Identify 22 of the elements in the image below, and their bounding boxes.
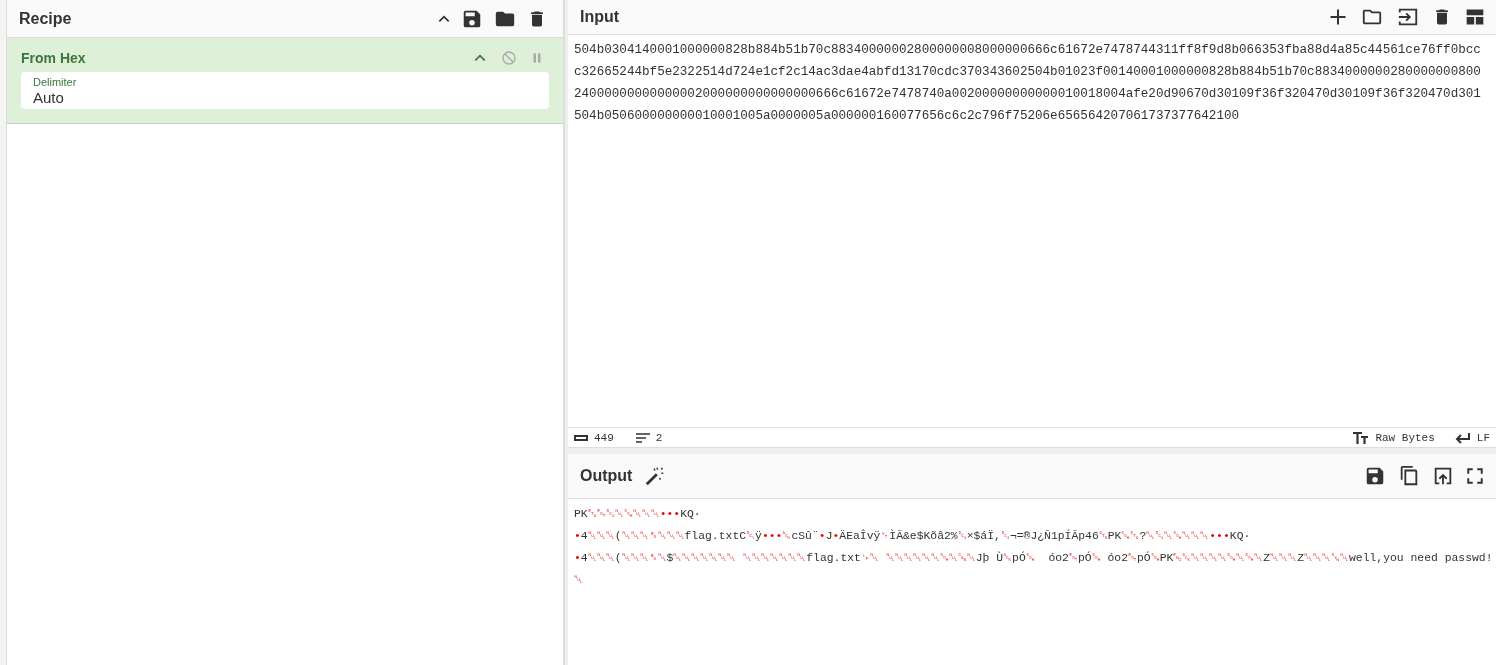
encoding-label[interactable]: Raw Bytes <box>1375 431 1435 444</box>
input-title: Input <box>580 8 621 26</box>
character-count-icon <box>574 433 588 442</box>
layout-icon[interactable] <box>1464 7 1486 27</box>
input-text-area[interactable]: 504b0304140001000000828b884b51b70c88340000002800000008000000666c61672e7478744311ff8f9d8b066353fba88d4a85c44561ce76ff0bcc c32665244bf5e2322514d724e1cf2c14ac3dae4abfd13170cdc370343602504b01023f00140001000000828b884b51b70c8834000000280000000800 24000000000000002000000000000000666c61672e7478740a00200000000000010018004afe20d90670d30109f36f320470d30109f36f320470d301 504b050600000000010001005a0000005a000000160077656c6c2c796f75206e656564207061737377642100 <box>568 35 1496 427</box>
import-icon[interactable] <box>1396 6 1420 28</box>
line-count: 2 <box>655 431 663 444</box>
fullscreen-icon[interactable] <box>1466 467 1484 485</box>
line-ending-label[interactable]: LF <box>1476 431 1490 444</box>
character-count: 449 <box>594 431 614 444</box>
line-count-icon <box>635 431 650 444</box>
output-text-area: PK␃␄␔␀␁␀␀␀•••KQ· •4␀␀␀(␀␀␀␈␀␀␀flag.txtC␑ÿ•••␆cSû¨•J•ÄEaÎvÿ␋ÌÃ&e$Kõâ2%␔×$áÏ,␔¬=®J¿Ñ1pÍÃp46␂PK␁␂?␀␔␀␁␀␀␀•••KQ· •4␀␀␀(␀␀␀␈␀$␀␀␀␀␀␀␀ ␀␀␀␀␀␀␀flag.txt␊␀ ␀␀␀␀␀␀␁␀␘␀Jþ Ù␆pÓ␁ óo2␄pÓ␁ óo2␄pÓ␁PK␅␆␀␀␀␀␁␀␁␀Z␀␀␀Z␀␀␀␖␀well,you need passwd! ␀ <box>568 499 1496 665</box>
recipe-title: Recipe <box>19 9 73 28</box>
line-ending-icon[interactable] <box>1454 431 1471 444</box>
output-title: Output <box>580 467 633 485</box>
replace-input-icon[interactable] <box>1432 465 1454 487</box>
text-encoding-icon[interactable] <box>1353 431 1370 444</box>
operation-name: From Hex <box>21 50 87 66</box>
save-icon[interactable] <box>1364 465 1386 487</box>
copy-icon[interactable] <box>1398 465 1420 487</box>
delimiter-field[interactable]: Delimiter Auto <box>21 72 549 109</box>
add-icon[interactable] <box>1328 7 1348 27</box>
